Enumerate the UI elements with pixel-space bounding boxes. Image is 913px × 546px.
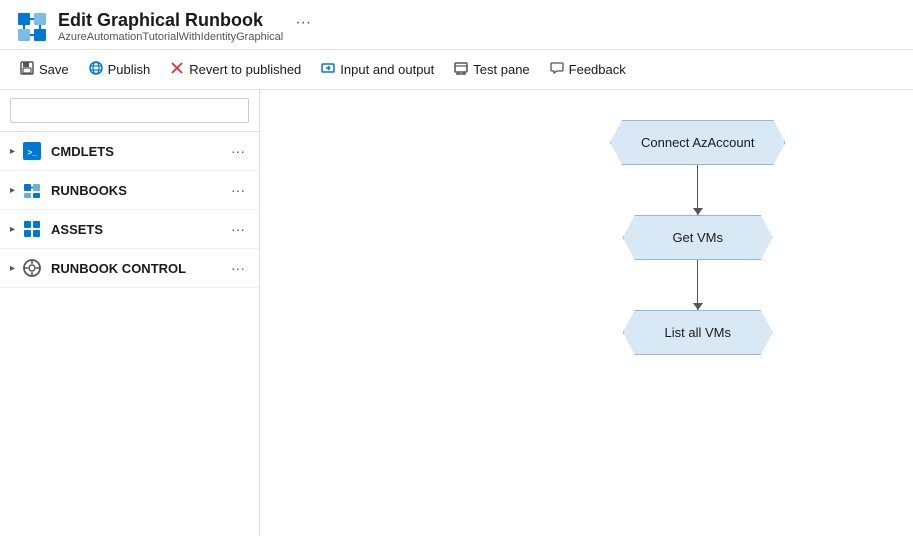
chevron-icon: ▸	[10, 185, 15, 196]
runbooks-more-button[interactable]: ···	[227, 180, 249, 200]
feedback-icon	[550, 61, 564, 78]
inputoutput-label: Input and output	[340, 62, 434, 77]
revert-label: Revert to published	[189, 62, 301, 77]
flow-arrow-2	[697, 260, 698, 310]
save-label: Save	[39, 62, 69, 77]
main-area: ▸ >_ CMDLETS ··· ▸ RUNBOOKS ··· ▸	[0, 90, 913, 536]
assets-icon	[21, 218, 43, 240]
sidebar-runbookcontrol-label: RUNBOOK CONTROL	[51, 261, 227, 276]
search-box[interactable]	[0, 90, 259, 132]
header-ellipsis-button[interactable]: ···	[295, 14, 311, 32]
sidebar-cmdlets-label: CMDLETS	[51, 144, 227, 159]
publish-label: Publish	[108, 62, 151, 77]
sidebar-item-runbooks[interactable]: ▸ RUNBOOKS ···	[0, 171, 259, 210]
sidebar-runbooks-label: RUNBOOKS	[51, 183, 227, 198]
sidebar-items: ▸ >_ CMDLETS ··· ▸ RUNBOOKS ··· ▸	[0, 132, 259, 288]
save-icon	[20, 61, 34, 78]
sidebar-assets-label: ASSETS	[51, 222, 227, 237]
sidebar-item-assets[interactable]: ▸ ASSETS ···	[0, 210, 259, 249]
runbooks-icon	[21, 179, 43, 201]
flow-node-listvms[interactable]: List all VMs	[623, 310, 773, 355]
page-subtitle: AzureAutomationTutorialWithIdentityGraph…	[58, 31, 283, 43]
cmdlets-icon: >_	[21, 140, 43, 162]
inputoutput-icon	[321, 61, 335, 78]
inputoutput-button[interactable]: Input and output	[313, 56, 442, 83]
flow-node-getvms-label: Get VMs	[672, 230, 723, 245]
cmdlets-more-button[interactable]: ···	[227, 141, 249, 161]
runbookcontrol-icon	[21, 257, 43, 279]
testpane-label: Test pane	[473, 62, 529, 77]
page-title: Edit Graphical Runbook	[58, 10, 283, 31]
page-header: Edit Graphical Runbook AzureAutomationTu…	[0, 0, 913, 50]
search-input[interactable]	[10, 98, 249, 123]
header-icon	[16, 11, 48, 43]
revert-icon	[170, 61, 184, 78]
assets-more-button[interactable]: ···	[227, 219, 249, 239]
feedback-button[interactable]: Feedback	[542, 56, 634, 83]
chevron-icon: ▸	[10, 263, 15, 274]
chevron-icon: ▸	[10, 146, 15, 157]
toolbar: Save Publish Revert to published Input a…	[0, 50, 913, 90]
flow-node-getvms[interactable]: Get VMs	[623, 215, 773, 260]
testpane-button[interactable]: Test pane	[446, 56, 537, 83]
flow-node-connect[interactable]: Connect AzAccount	[610, 120, 785, 165]
chevron-icon: ▸	[10, 224, 15, 235]
svg-text:>_: >_	[27, 148, 37, 157]
revert-button[interactable]: Revert to published	[162, 56, 309, 83]
flow-arrow-1	[697, 165, 698, 215]
sidebar-item-runbookcontrol[interactable]: ▸ RUNBOOK CONTROL ···	[0, 249, 259, 288]
testpane-icon	[454, 61, 468, 78]
save-button[interactable]: Save	[12, 56, 77, 83]
sidebar: ▸ >_ CMDLETS ··· ▸ RUNBOOKS ··· ▸	[0, 90, 260, 536]
feedback-label: Feedback	[569, 62, 626, 77]
flow-node-connect-label: Connect AzAccount	[641, 135, 754, 150]
flow-node-listvms-label: List all VMs	[665, 325, 731, 340]
publish-button[interactable]: Publish	[81, 56, 159, 83]
sidebar-item-cmdlets[interactable]: ▸ >_ CMDLETS ···	[0, 132, 259, 171]
publish-icon	[89, 61, 103, 78]
flow-diagram: Connect AzAccount Get VMs List all VMs	[610, 120, 785, 355]
header-text: Edit Graphical Runbook AzureAutomationTu…	[58, 10, 283, 43]
runbookcontrol-more-button[interactable]: ···	[227, 258, 249, 278]
canvas[interactable]: Connect AzAccount Get VMs List all VMs	[260, 90, 913, 536]
